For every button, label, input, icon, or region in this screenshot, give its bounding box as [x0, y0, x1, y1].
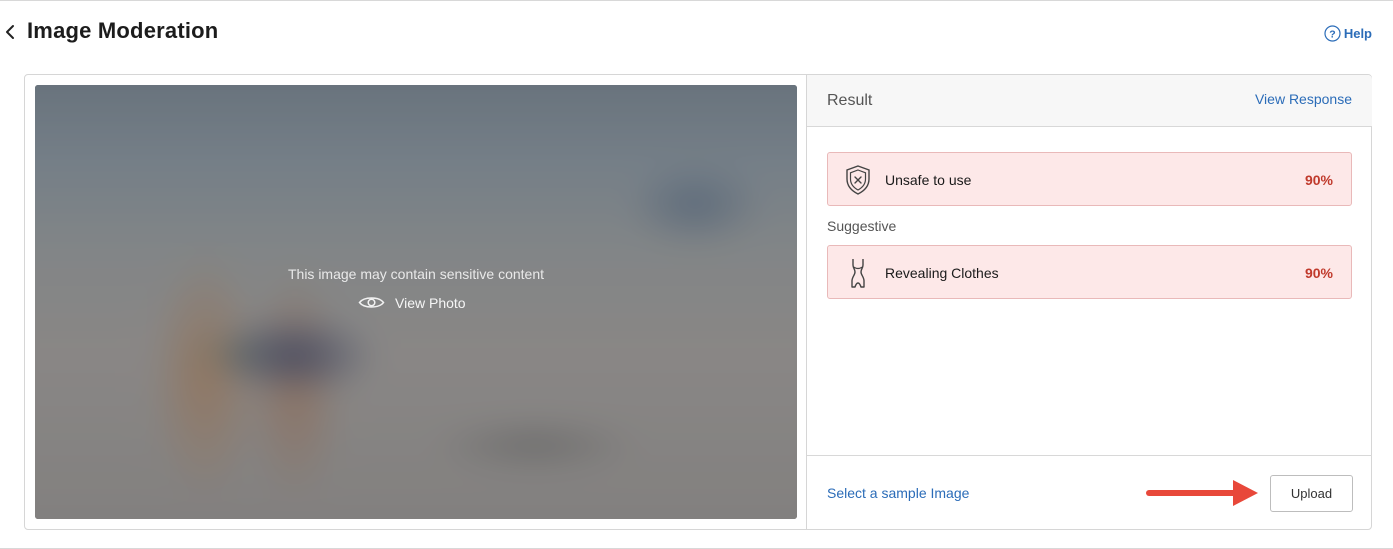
revealing-clothes-label: Revealing Clothes — [885, 265, 999, 281]
select-sample-link[interactable]: Select a sample Image — [827, 485, 969, 501]
unsafe-label: Unsafe to use — [885, 172, 972, 188]
upload-button[interactable]: Upload — [1270, 475, 1353, 512]
category-label: Suggestive — [827, 218, 897, 234]
page-header: Image Moderation ? Help — [0, 1, 1393, 65]
result-title: Result — [827, 92, 873, 109]
help-link[interactable]: ? Help — [1324, 25, 1372, 42]
image-preview: This image may contain sensitive content… — [35, 85, 797, 519]
result-header: Result View Response — [807, 75, 1372, 127]
view-response-link[interactable]: View Response — [1255, 91, 1352, 107]
chevron-left-icon[interactable] — [3, 23, 17, 41]
view-photo-label: View Photo — [395, 294, 466, 311]
view-photo-button[interactable]: View Photo — [358, 294, 466, 311]
swimsuit-icon — [851, 259, 865, 288]
revealing-clothes-value: 90% — [1304, 265, 1333, 281]
unsafe-value: 90% — [1304, 172, 1333, 188]
result-panel: Result View Response Unsafe to use 90% S… — [806, 75, 1372, 529]
revealing-clothes-box: Revealing Clothes 90% — [827, 245, 1352, 299]
shield-x-icon — [846, 165, 870, 195]
moderation-card: This image may contain sensitive content… — [24, 74, 1372, 530]
result-footer: Select a sample Image Upload — [807, 455, 1372, 529]
help-label: Help — [1343, 26, 1372, 41]
svg-text:?: ? — [1329, 28, 1335, 40]
arrow-right-icon — [1146, 480, 1258, 506]
help-circle-icon: ? — [1324, 25, 1341, 42]
sensitive-warning: This image may contain sensitive content — [287, 266, 544, 282]
eye-icon — [358, 297, 385, 308]
unsafe-summary-box: Unsafe to use 90% — [827, 152, 1352, 206]
page-title: Image Moderation — [27, 18, 219, 43]
